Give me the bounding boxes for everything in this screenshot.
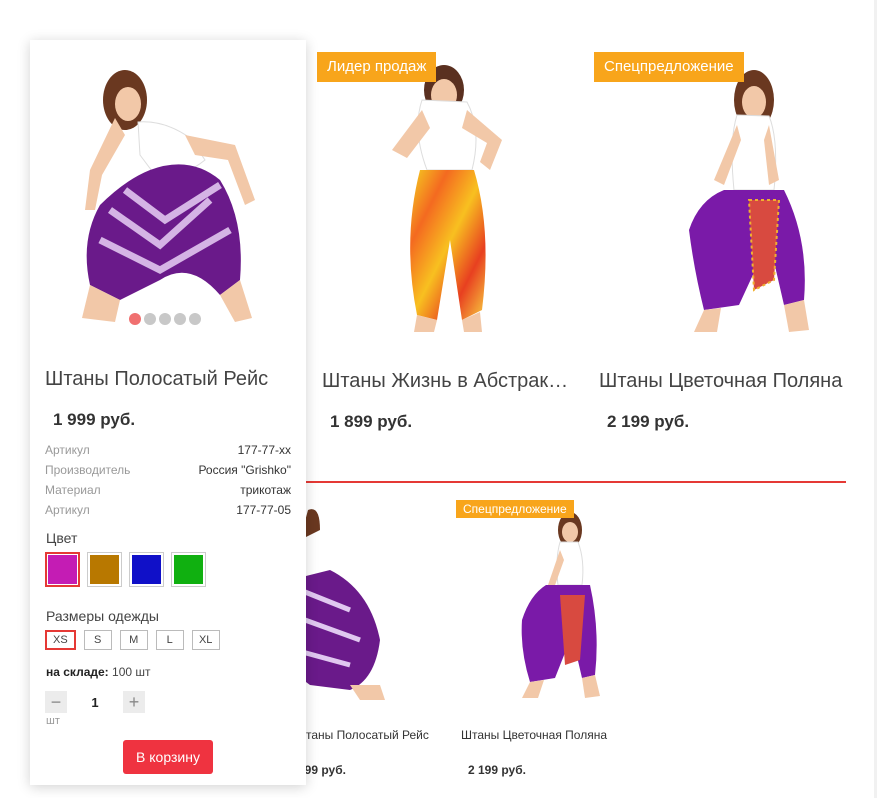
product-title[interactable]: Штаны Жизнь в Абстракции (322, 370, 572, 393)
carousel-dot[interactable] (189, 313, 201, 325)
carousel-dot[interactable] (159, 313, 171, 325)
spec-key: Артикул (45, 503, 90, 517)
size-selector: XS S M L XL (45, 630, 220, 650)
color-swatch-purple[interactable] (45, 552, 80, 587)
color-swatches (45, 552, 206, 587)
image-carousel-dots (129, 313, 201, 325)
spec-key: Производитель (45, 463, 131, 477)
product-title[interactable]: Штаны Цветочная Поляна (599, 370, 849, 393)
product-quickview-panel: Штаны Полосатый Рейс 1 999 руб. Артикул … (30, 40, 306, 785)
spec-row: Артикул 177-77-05 (45, 500, 291, 520)
quantity-value[interactable]: 1 (67, 695, 123, 710)
quantity-unit: шт (46, 715, 60, 727)
color-swatch-green[interactable] (171, 552, 206, 587)
size-option-l[interactable]: L (155, 630, 184, 650)
product-price: 2 199 руб. (607, 412, 690, 431)
size-option-xl[interactable]: XL (191, 630, 220, 650)
product-title[interactable]: Штаны Полосатый Рейс (295, 728, 429, 742)
size-option-xs[interactable]: XS (45, 630, 76, 650)
spec-value: трикотаж (240, 483, 291, 497)
stock-label: на складе: (46, 665, 109, 679)
spec-row: Производитель Россия "Grishko" (45, 460, 291, 480)
stock-info: на складе: 100 шт (46, 665, 151, 679)
product-image[interactable] (70, 60, 270, 330)
spec-row: Материал трикотаж (45, 480, 291, 500)
product-image[interactable] (460, 500, 630, 710)
spec-key: Материал (45, 483, 101, 497)
color-swatch-blue[interactable] (129, 552, 164, 587)
size-option-s[interactable]: S (83, 630, 112, 650)
badge-special-offer: Спецпредложение (456, 500, 574, 518)
product-image[interactable] (322, 40, 582, 340)
spec-row: Артикул 177-77-xx (45, 440, 291, 460)
section-divider (300, 481, 846, 483)
spec-value: 177-77-xx (237, 443, 291, 457)
color-label: Цвет (46, 530, 78, 546)
add-to-cart-button[interactable]: В корзину (123, 740, 213, 774)
carousel-dot[interactable] (129, 313, 141, 325)
stock-value: 100 шт (112, 665, 151, 679)
spec-value: 177-77-05 (236, 503, 291, 517)
plus-icon[interactable]: + (123, 691, 145, 713)
product-image[interactable] (599, 40, 859, 340)
product-specs: Артикул 177-77-xx Производитель Россия "… (45, 440, 291, 520)
badge-special-offer: Спецпредложение (594, 52, 744, 82)
minus-icon[interactable]: − (45, 691, 67, 713)
sizes-label: Размеры одежды (46, 608, 159, 624)
product-price: 1 899 руб. (330, 412, 413, 431)
size-option-m[interactable]: M (119, 630, 148, 650)
spec-value: Россия "Grishko" (198, 463, 291, 477)
badge-bestseller: Лидер продаж (317, 52, 437, 82)
product-image[interactable] (290, 500, 420, 710)
product-title[interactable]: Штаны Полосатый Рейс (45, 368, 268, 391)
product-price: 1 999 руб. (53, 410, 136, 429)
quantity-stepper: − 1 + (45, 691, 145, 713)
carousel-dot[interactable] (144, 313, 156, 325)
product-title[interactable]: Штаны Цветочная Поляна (461, 728, 607, 742)
color-swatch-brown[interactable] (87, 552, 122, 587)
product-price: 2 199 руб. (468, 763, 526, 777)
carousel-dot[interactable] (174, 313, 186, 325)
spec-key: Артикул (45, 443, 90, 457)
